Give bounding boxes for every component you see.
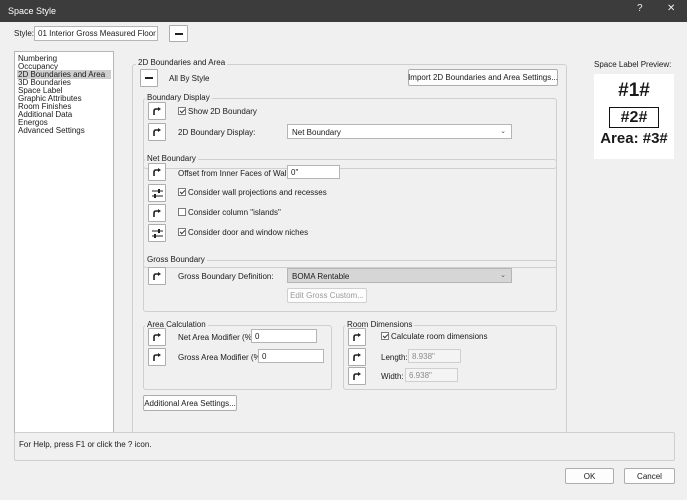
preview-title: Space Label Preview: [594, 60, 672, 69]
cancel-button[interactable]: Cancel [624, 468, 675, 484]
boundary-display-select[interactable]: Net Boundary ⌄ [287, 124, 512, 139]
close-icon[interactable]: ✕ [667, 3, 675, 14]
width-label: Width: [381, 372, 404, 381]
help-icon[interactable]: ? [637, 3, 643, 14]
preview-line-3: Area: #3# [600, 130, 668, 147]
offset-label: Offset from Inner Faces of Walls: [178, 169, 295, 178]
gross-modifier-value: 0 [262, 352, 267, 361]
curved-arrow-icon [153, 352, 161, 361]
curved-arrow-icon [153, 208, 161, 217]
column-islands-checkbox[interactable] [178, 208, 186, 216]
calculate-dimensions-label: Calculate room dimensions [391, 332, 488, 341]
sliders-icon [151, 188, 163, 198]
gross-definition-value: BOMA Rentable [292, 272, 350, 281]
ok-button[interactable]: OK [565, 468, 614, 484]
help-panel: For Help, press F1 or click the ? icon. [14, 432, 675, 461]
wall-projections-checkbox[interactable] [178, 188, 186, 196]
curved-arrow-icon [353, 332, 361, 341]
curved-arrow-icon [353, 352, 361, 361]
import-settings-label: Import 2D Boundaries and Area Settings..… [408, 73, 558, 82]
style-name-value: 01 Interior Gross Measured Floor [38, 29, 156, 38]
curved-arrow-icon [153, 332, 161, 341]
gross-definition-label: Gross Boundary Definition: [178, 272, 274, 281]
boundary-display-override-button[interactable] [148, 123, 166, 141]
ok-label: OK [583, 471, 596, 481]
length-override-button[interactable] [348, 348, 366, 366]
boundary-display-label: 2D Boundary Display: [178, 128, 256, 137]
offset-value: 0" [291, 168, 299, 177]
net-modifier-label: Net Area Modifier (%): [178, 333, 257, 342]
show-2d-boundary-checkbox[interactable] [178, 107, 186, 115]
curved-arrow-icon [153, 271, 161, 280]
window-title: Space Style [8, 6, 57, 16]
curved-arrow-icon [153, 127, 161, 136]
minus-icon [174, 32, 183, 35]
import-settings-button[interactable]: Import 2D Boundaries and Area Settings..… [408, 69, 558, 86]
calculate-dimensions-checkbox[interactable] [381, 332, 389, 340]
door-window-niches-checkbox[interactable] [178, 228, 186, 236]
gross-modifier-input[interactable]: 0 [258, 349, 324, 363]
curved-arrow-icon [153, 167, 161, 176]
width-field[interactable]: 6.938" [405, 368, 458, 382]
length-label: Length: [381, 353, 408, 362]
width-override-button[interactable] [348, 367, 366, 385]
gross-definition-select[interactable]: BOMA Rentable ⌄ [287, 268, 512, 283]
wall-projections-adjust-button[interactable] [148, 184, 166, 202]
panel-title: 2D Boundaries and Area [136, 58, 228, 67]
calculate-dimensions-override-button[interactable] [348, 328, 366, 346]
length-field[interactable]: 8.938" [408, 349, 461, 363]
offset-input[interactable]: 0" [287, 165, 340, 179]
column-islands-override-button[interactable] [148, 204, 166, 222]
show-boundary-override-button[interactable] [148, 102, 166, 120]
curved-arrow-icon [153, 106, 161, 115]
style-label: Style: [14, 29, 35, 38]
style-name-field[interactable]: 01 Interior Gross Measured Floor [34, 26, 158, 41]
gross-modifier-override-button[interactable] [148, 348, 166, 366]
curved-arrow-icon [353, 371, 361, 380]
style-toggle-button[interactable] [169, 25, 188, 42]
width-value: 6.938" [409, 371, 432, 380]
preview-line-2: #2# [609, 107, 659, 128]
cancel-label: Cancel [637, 471, 662, 481]
net-boundary-title: Net Boundary [145, 154, 198, 163]
length-value: 8.938" [412, 352, 435, 361]
preview-line-1: #1# [618, 80, 650, 101]
minus-icon [145, 77, 153, 79]
net-modifier-override-button[interactable] [148, 328, 166, 346]
gross-boundary-title: Gross Boundary [145, 255, 207, 264]
offset-override-button[interactable] [148, 163, 166, 181]
chevron-down-icon: ⌄ [500, 128, 506, 135]
wall-projections-label: Consider wall projections and recesses [188, 188, 327, 197]
show-2d-boundary-label: Show 2D Boundary [188, 107, 257, 116]
chevron-down-icon: ⌄ [500, 272, 506, 279]
additional-area-settings-button[interactable]: Additional Area Settings... [143, 395, 237, 411]
gross-modifier-label: Gross Area Modifier (%): [178, 353, 266, 362]
title-bar: Space Style ? ✕ [0, 0, 687, 22]
space-label-preview: #1# #2# Area: #3# [594, 74, 674, 159]
all-by-style-label: All By Style [169, 74, 210, 83]
sliders-icon [151, 228, 163, 238]
door-window-niches-label: Consider door and window niches [188, 228, 309, 237]
additional-area-settings-label: Additional Area Settings... [144, 398, 236, 408]
column-islands-label: Consider column "islands" [188, 208, 281, 217]
edit-gross-custom-button[interactable]: Edit Gross Custom... [287, 288, 367, 303]
gross-definition-override-button[interactable] [148, 267, 166, 285]
niches-adjust-button[interactable] [148, 224, 166, 242]
category-list: Numbering Occupancy 2D Boundaries and Ar… [14, 51, 114, 434]
edit-gross-custom-label: Edit Gross Custom... [290, 291, 364, 300]
net-modifier-input[interactable]: 0 [251, 329, 317, 343]
boundary-display-value: Net Boundary [292, 128, 341, 137]
boundary-display-title: Boundary Display [145, 93, 212, 102]
all-by-style-toggle[interactable] [140, 69, 158, 87]
nav-item-advanced-settings[interactable]: Advanced Settings [17, 126, 111, 135]
dialog-body: Style: 01 Interior Gross Measured Floor … [0, 22, 687, 500]
help-text: For Help, press F1 or click the ? icon. [19, 440, 152, 449]
net-modifier-value: 0 [255, 332, 260, 341]
